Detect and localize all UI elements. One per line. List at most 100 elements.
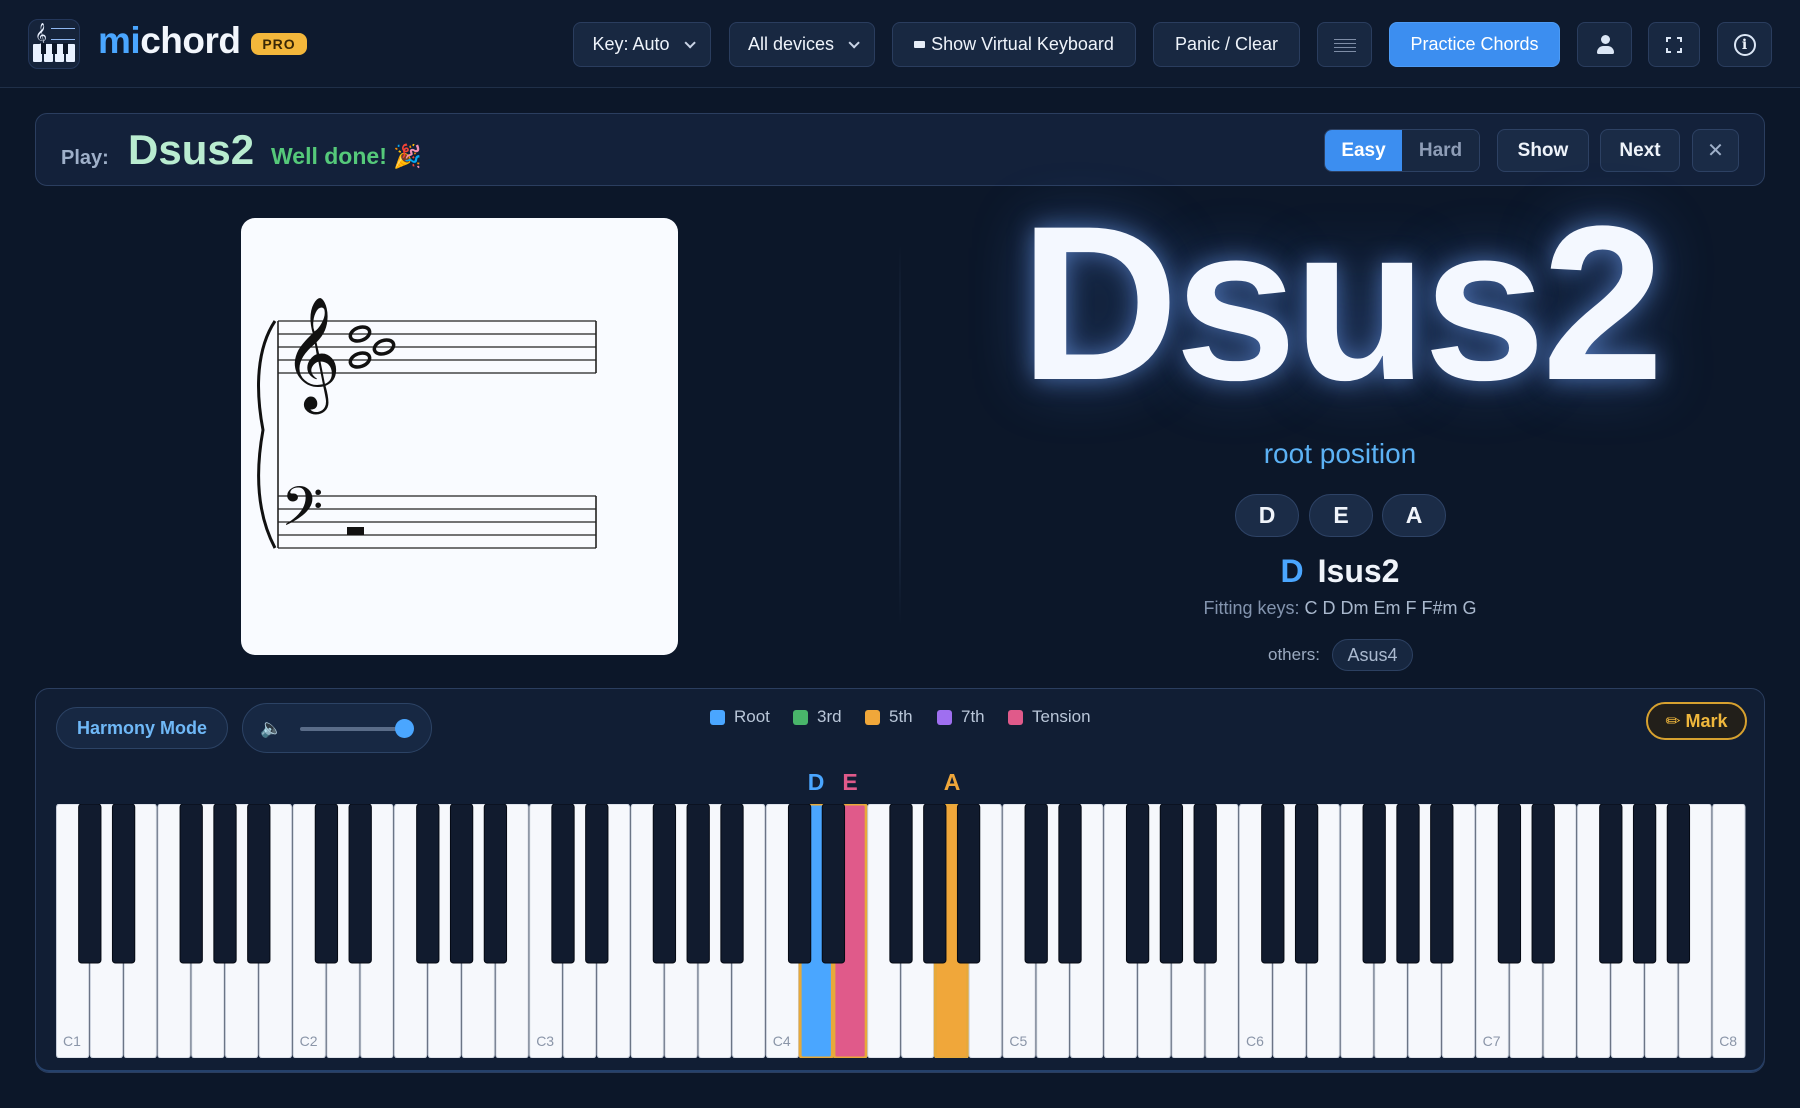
piano-black-key[interactable] (889, 804, 913, 964)
piano-black-key[interactable] (348, 804, 372, 964)
panic-clear-label: Panic / Clear (1174, 34, 1279, 54)
piano-black-key[interactable] (111, 804, 136, 964)
legend-5th: 5th (865, 707, 913, 727)
legend-label: 3rd (817, 707, 842, 726)
legend-label: 5th (889, 707, 913, 726)
app-logo-icon: 𝄞 (28, 19, 80, 69)
difficulty-toggle: Easy Hard (1324, 129, 1480, 172)
show-virtual-keyboard-label: Show Virtual Keyboard (931, 34, 1114, 54)
practice-challenge-bar: Play: Dsus2 Well done! 🎉 Easy Hard Show … (35, 113, 1765, 186)
piano-black-key[interactable] (78, 804, 102, 964)
detected-chord-name: Dsus2 (1019, 180, 1664, 426)
piano-black-key[interactable] (1125, 804, 1150, 964)
piano-black-key[interactable] (1531, 804, 1555, 964)
piano-black-key[interactable] (1024, 804, 1048, 964)
piano-black-key[interactable] (956, 804, 981, 964)
piano-black-key[interactable] (179, 804, 203, 964)
active-note-label: A (943, 769, 961, 795)
piano-black-key[interactable] (787, 804, 812, 964)
piano-black-key[interactable] (314, 804, 339, 964)
practice-chords-label: Practice Chords (1410, 34, 1539, 54)
keyboard-panel: Harmony Mode 🔈 Root 3rd 5th 7th Tension … (35, 688, 1765, 1073)
fitting-keys-label: Fitting keys: (1203, 598, 1300, 618)
piano-black-key[interactable] (923, 804, 947, 964)
piano-black-key[interactable] (1294, 804, 1319, 964)
key-select[interactable]: Key: Auto (573, 22, 711, 67)
active-note-label: D (807, 769, 825, 795)
harmony-mode-button[interactable]: Harmony Mode (56, 707, 228, 749)
panel-divider (899, 245, 901, 625)
play-label: Play: (61, 147, 109, 169)
piano-black-key[interactable] (720, 804, 744, 964)
difficulty-easy[interactable]: Easy (1325, 130, 1402, 171)
piano-black-key[interactable] (1430, 804, 1454, 964)
piano-black-key[interactable] (1058, 804, 1082, 964)
piano-black-key[interactable] (551, 804, 575, 964)
bass-clef: 𝄢 (281, 475, 323, 552)
alt-chord-name: D Isus2 (1140, 553, 1540, 590)
info-icon: i (1733, 33, 1756, 56)
info-button[interactable]: i (1717, 22, 1772, 67)
close-icon: ✕ (1707, 140, 1724, 162)
piano-black-key[interactable] (483, 804, 508, 964)
volume-slider-knob[interactable] (395, 719, 414, 738)
active-note-label: E (842, 769, 858, 795)
octave-label: C8 (1719, 1033, 1737, 1049)
chevron-down-icon (848, 36, 860, 49)
panic-clear-button[interactable]: Panic / Clear (1153, 22, 1300, 67)
piano-black-key[interactable] (1666, 804, 1691, 964)
key-select-label: Key: Auto (592, 34, 670, 54)
octave-label: C7 (1483, 1033, 1501, 1049)
other-chord-chip[interactable]: Asus4 (1332, 639, 1413, 671)
show-answer-button[interactable]: Show (1497, 129, 1589, 172)
fitting-keys-value: C D Dm Em F F#m G (1304, 598, 1477, 618)
legend-root: Root (710, 707, 770, 727)
pro-badge: PRO (251, 33, 307, 55)
legend-label: 7th (961, 707, 985, 726)
piano-black-key[interactable] (1261, 804, 1285, 964)
mark-button[interactable]: ✏ Mark (1646, 702, 1747, 740)
speaker-icon: 🔈 (260, 718, 283, 738)
treble-clef: 𝄞 (283, 296, 341, 415)
device-select[interactable]: All devices (729, 22, 875, 67)
piano-black-key[interactable] (1396, 804, 1420, 964)
next-chord-button[interactable]: Next (1600, 129, 1680, 172)
notation-card: 𝄞 𝄢 (241, 218, 678, 655)
octave-label: C3 (536, 1033, 554, 1049)
practice-chords-button[interactable]: Practice Chords (1389, 22, 1560, 67)
others-label: others: (1268, 645, 1320, 664)
show-virtual-keyboard-button[interactable]: Show Virtual Keyboard (892, 22, 1136, 67)
piano-black-key[interactable] (213, 804, 237, 964)
volume-slider-track[interactable] (300, 727, 410, 731)
piano-black-key[interactable] (821, 804, 846, 964)
volume-control[interactable]: 🔈 (242, 703, 432, 753)
close-practice-button[interactable]: ✕ (1692, 129, 1739, 172)
piano-black-key[interactable] (686, 804, 710, 964)
feedback-message: Well done! 🎉 (271, 143, 422, 169)
score-view-button[interactable] (1317, 22, 1372, 67)
account-button[interactable] (1577, 22, 1632, 67)
difficulty-hard[interactable]: Hard (1402, 130, 1479, 171)
legend-label: Tension (1032, 707, 1091, 726)
piano-black-key[interactable] (247, 804, 271, 964)
chord-note-pill: E (1309, 494, 1373, 537)
octave-label: C5 (1009, 1033, 1027, 1049)
legend-label: Root (734, 707, 770, 726)
piano-black-key[interactable] (652, 804, 677, 964)
piano-black-key[interactable] (449, 804, 474, 964)
piano-black-key[interactable] (585, 804, 609, 964)
piano-keyboard[interactable]: C1 C2 C3 C4 C5 C6 C7 C8 (56, 804, 1746, 1058)
fitting-keys: Fitting keys: C D Dm Em F F#m G (1090, 598, 1590, 619)
piano-black-key[interactable] (1362, 804, 1386, 964)
device-select-label: All devices (747, 34, 835, 54)
piano-black-key[interactable] (1599, 804, 1623, 964)
piano-white-key[interactable] (1712, 804, 1746, 1058)
octave-label: C2 (300, 1033, 318, 1049)
piano-black-key[interactable] (1632, 804, 1657, 964)
piano-black-key[interactable] (1193, 804, 1217, 964)
fullscreen-button[interactable] (1648, 22, 1700, 67)
piano-black-key[interactable] (416, 804, 440, 964)
piano-black-key[interactable] (1497, 804, 1522, 964)
piano-black-key[interactable] (1159, 804, 1184, 964)
legend-3rd: 3rd (793, 707, 842, 727)
